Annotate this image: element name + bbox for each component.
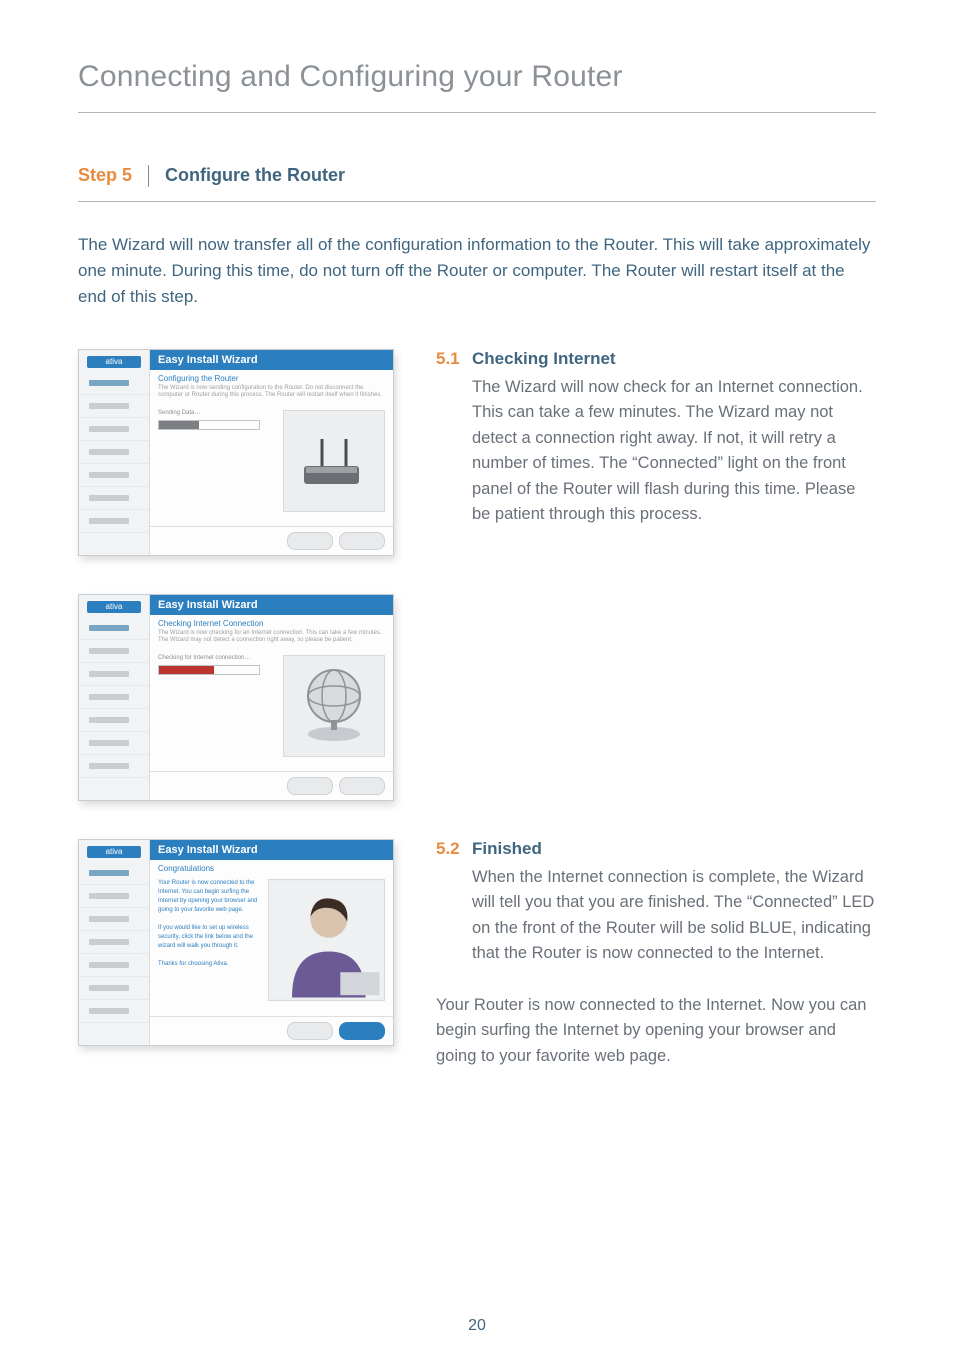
title-divider [78, 112, 876, 113]
wizard-side-item [79, 372, 149, 395]
step-divider [78, 201, 876, 202]
person-icon [269, 880, 384, 1000]
wizard-header: Easy Install Wizard [150, 350, 393, 370]
wizard-illustration-person [268, 879, 385, 1001]
section-5-1-text: 5.1 Checking Internet The Wizard will no… [408, 349, 876, 556]
subheading-body: The Wizard will now check for an Interne… [436, 375, 876, 528]
wizard-fineprint: The Wizard is now sending configuration … [150, 385, 393, 407]
wizard-header: Easy Install Wizard [150, 840, 393, 860]
wizard-main: Easy Install Wizard Configuring the Rout… [150, 350, 393, 555]
wizard-back-button[interactable] [287, 532, 333, 550]
wizard-side-item [79, 510, 149, 533]
subheading-title: Finished [472, 839, 542, 859]
page: Connecting and Configuring your Router S… [0, 0, 954, 1363]
wizard-illustration-globe [283, 655, 385, 757]
wizard-side-item [79, 908, 149, 931]
wizard-side-item [79, 954, 149, 977]
wizard-footer [150, 1016, 393, 1045]
wizard-progress-block: Sending Data… [158, 410, 275, 430]
step-title: Configure the Router [149, 165, 345, 186]
wizard-window: ativa Easy Install Wizard Congratulation… [78, 839, 394, 1046]
wizard-main: Easy Install Wizard Checking Internet Co… [150, 595, 393, 800]
subheading-body: When the Internet connection is complete… [436, 865, 876, 967]
wizard-brand-badge: ativa [87, 846, 141, 858]
page-number: 20 [0, 1317, 954, 1335]
wizard-next-button[interactable] [339, 777, 385, 795]
wizard-sidebar: ativa [79, 595, 150, 800]
wizard-body: Your Router is now connected to the Inte… [150, 875, 393, 1016]
wizard-footer [150, 771, 393, 800]
wizard-side-item [79, 418, 149, 441]
wizard-finished-text: Your Router is now connected to the Inte… [158, 879, 260, 1012]
wizard-side-item [79, 395, 149, 418]
wizard-footer [150, 526, 393, 555]
subheading-row: 5.2 Finished [436, 839, 876, 859]
wizard-side-item [79, 464, 149, 487]
wizard-sidebar: ativa [79, 840, 150, 1045]
wizard-side-item [79, 885, 149, 908]
wizard-brand-badge: ativa [87, 356, 141, 368]
wizard-fineprint: The Wizard is now checking for an Intern… [150, 630, 393, 652]
wizard-side-item [79, 977, 149, 1000]
wizard-next-button[interactable] [339, 532, 385, 550]
router-icon [284, 411, 384, 511]
wizard-illustration-router [283, 410, 385, 512]
wizard-window: ativa Easy Install Wizard Checking Inter… [78, 594, 394, 801]
wizard-brand-badge: ativa [87, 601, 141, 613]
wizard-side-item [79, 931, 149, 954]
subheading-title: Checking Internet [472, 349, 616, 369]
wizard-finish-button[interactable] [339, 1022, 385, 1040]
subheading-row: 5.1 Checking Internet [436, 349, 876, 369]
wizard-side-item [79, 663, 149, 686]
wizard-progress-bar [158, 420, 260, 430]
wizard-side-item [79, 640, 149, 663]
globe-icon [284, 656, 384, 756]
closing-paragraph: Your Router is now connected to the Inte… [436, 993, 876, 1070]
wizard-side-item [79, 617, 149, 640]
wizard-screenshot-configuring: ativa Easy Install Wizard Configuring th… [78, 349, 408, 556]
wizard-side-item [79, 686, 149, 709]
wizard-subheader: Checking Internet Connection [150, 615, 393, 630]
subheading-number: 5.2 [436, 839, 472, 859]
subheading-number: 5.1 [436, 349, 472, 369]
wizard-screenshot-finished: ativa Easy Install Wizard Congratulation… [78, 839, 408, 1070]
step-label: Step 5 [78, 165, 149, 187]
empty-col [408, 594, 876, 801]
intro-paragraph: The Wizard will now transfer all of the … [78, 232, 876, 311]
wizard-screenshot-checking: ativa Easy Install Wizard Checking Inter… [78, 594, 408, 801]
wizard-side-item [79, 709, 149, 732]
wizard-side-item [79, 755, 149, 778]
wizard-subheader: Configuring the Router [150, 370, 393, 385]
wizard-back-button[interactable] [287, 777, 333, 795]
step-heading-row: Step 5 Configure the Router [78, 165, 876, 187]
page-title: Connecting and Configuring your Router [78, 60, 876, 94]
wizard-progress-bar [158, 665, 260, 675]
section-checking-image: ativa Easy Install Wizard Checking Inter… [78, 594, 876, 801]
wizard-subheader: Congratulations [150, 860, 393, 875]
section-5-2: ativa Easy Install Wizard Congratulation… [78, 839, 876, 1070]
wizard-body: Sending Data… [150, 406, 393, 525]
wizard-body: Checking for Internet connection… [150, 651, 393, 770]
wizard-side-item [79, 487, 149, 510]
wizard-side-item [79, 732, 149, 755]
wizard-progress-block: Checking for Internet connection… [158, 655, 275, 675]
wizard-main: Easy Install Wizard Congratulations Your… [150, 840, 393, 1045]
wizard-window: ativa Easy Install Wizard Configuring th… [78, 349, 394, 556]
wizard-back-button[interactable] [287, 1022, 333, 1040]
wizard-side-item [79, 441, 149, 464]
wizard-header: Easy Install Wizard [150, 595, 393, 615]
wizard-side-item [79, 862, 149, 885]
wizard-side-item [79, 1000, 149, 1023]
wizard-sidebar: ativa [79, 350, 150, 555]
section-5-2-text: 5.2 Finished When the Internet connectio… [408, 839, 876, 1070]
section-5-1: ativa Easy Install Wizard Configuring th… [78, 349, 876, 556]
